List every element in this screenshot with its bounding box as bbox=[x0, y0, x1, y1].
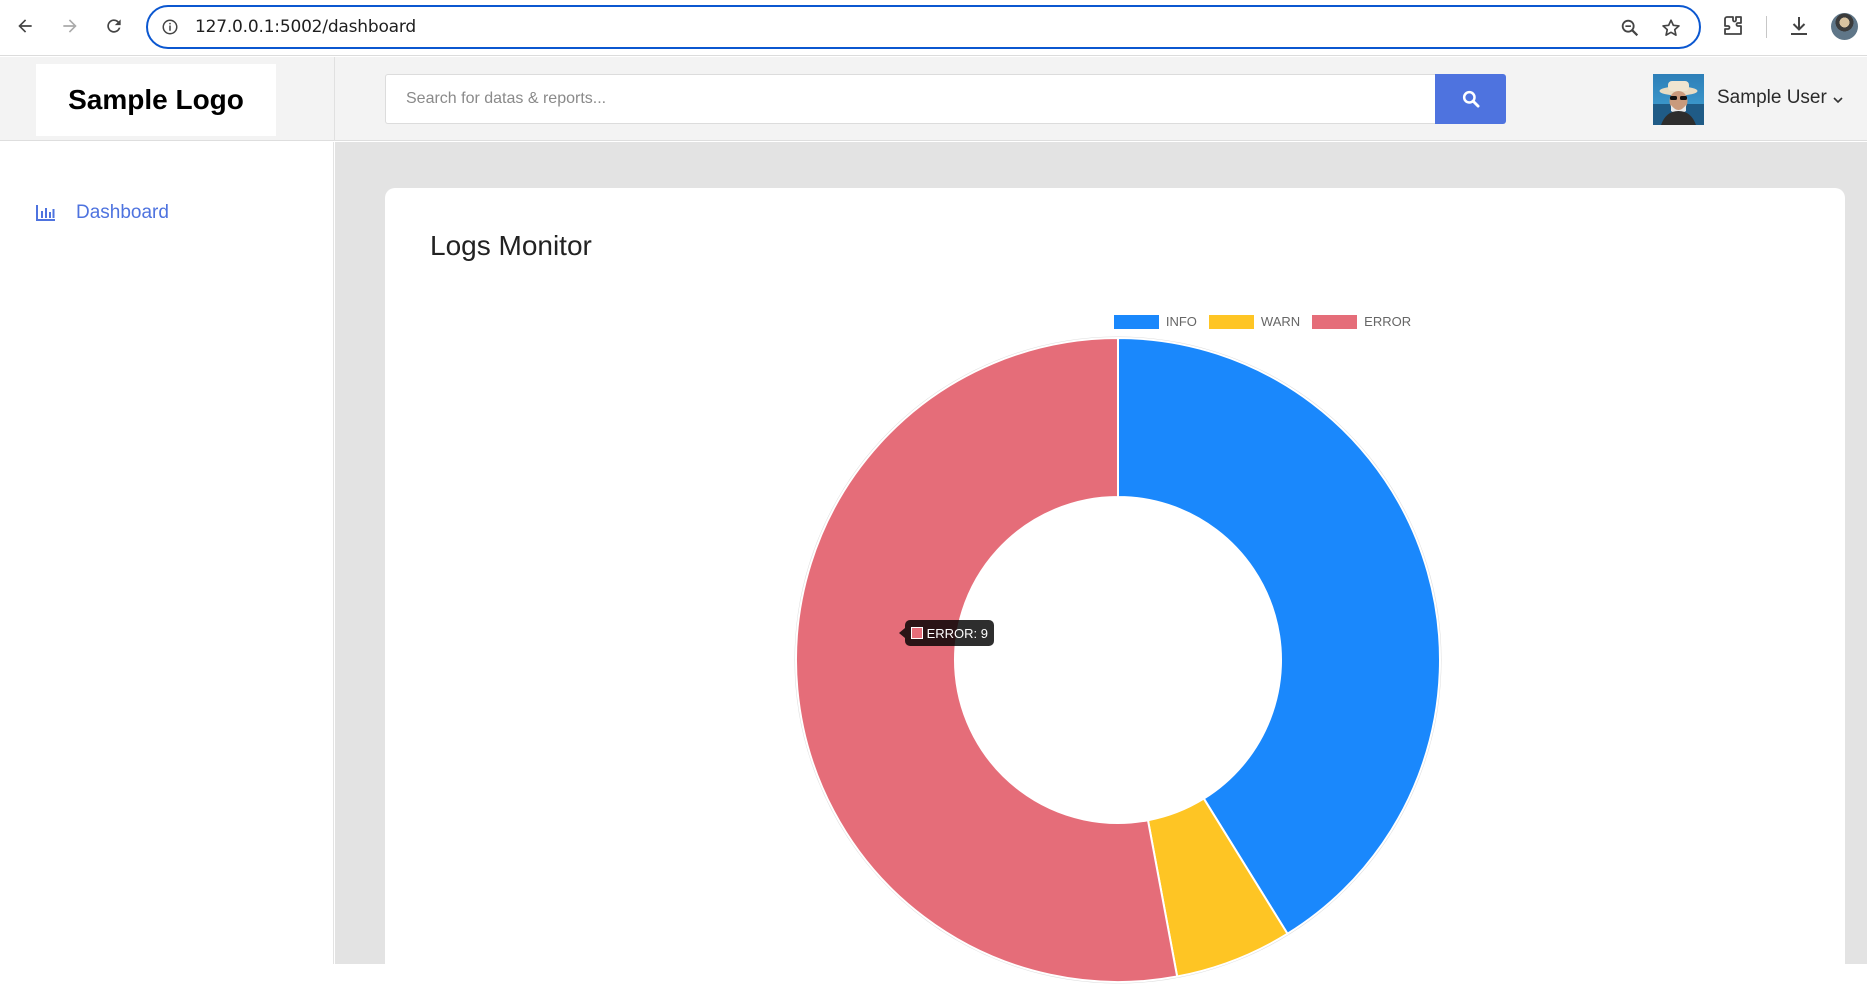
header-divider bbox=[334, 57, 335, 141]
avatar[interactable] bbox=[1653, 74, 1704, 125]
address-bar[interactable]: 127.0.0.1:5002/dashboard bbox=[146, 5, 1701, 49]
user-name[interactable]: Sample User bbox=[1717, 87, 1827, 109]
toolbar-divider bbox=[1766, 16, 1767, 38]
sidebar-item-dashboard[interactable]: Dashboard bbox=[36, 199, 169, 227]
download-icon[interactable] bbox=[1787, 14, 1811, 38]
doughnut-chart[interactable] bbox=[385, 188, 1845, 988]
main-content: Logs Monitor INFO WARN ERROR ERROR: 9 bbox=[335, 142, 1867, 988]
search-button[interactable] bbox=[1435, 74, 1506, 124]
profile-icon[interactable] bbox=[1831, 13, 1858, 40]
search-input[interactable] bbox=[385, 74, 1435, 124]
app-header: Sample Logo Sample User bbox=[0, 57, 1867, 141]
extensions-icon[interactable] bbox=[1721, 14, 1745, 38]
forward-icon[interactable] bbox=[57, 13, 83, 39]
chart-tooltip: ERROR: 9 bbox=[898, 620, 995, 647]
url-text: 127.0.0.1:5002/dashboard bbox=[195, 17, 416, 37]
tooltip-text: ERROR: 9 bbox=[926, 625, 989, 641]
star-icon[interactable] bbox=[1660, 17, 1682, 39]
logs-card: Logs Monitor INFO WARN ERROR ERROR: 9 bbox=[385, 188, 1845, 988]
back-icon[interactable] bbox=[12, 13, 38, 39]
sidebar-item-label: Dashboard bbox=[76, 202, 169, 223]
zoom-icon[interactable] bbox=[1619, 17, 1641, 39]
logo-text: Sample Logo bbox=[68, 84, 244, 115]
chevron-down-icon[interactable] bbox=[1832, 94, 1844, 106]
search-icon bbox=[1462, 90, 1479, 108]
logo[interactable]: Sample Logo bbox=[36, 64, 276, 136]
bar-chart-icon bbox=[36, 205, 55, 221]
sidebar: Dashboard bbox=[0, 142, 334, 964]
tooltip-swatch bbox=[910, 627, 923, 640]
reload-icon[interactable] bbox=[101, 13, 127, 39]
browser-toolbar: 127.0.0.1:5002/dashboard bbox=[0, 0, 1867, 56]
info-icon[interactable] bbox=[161, 18, 179, 36]
